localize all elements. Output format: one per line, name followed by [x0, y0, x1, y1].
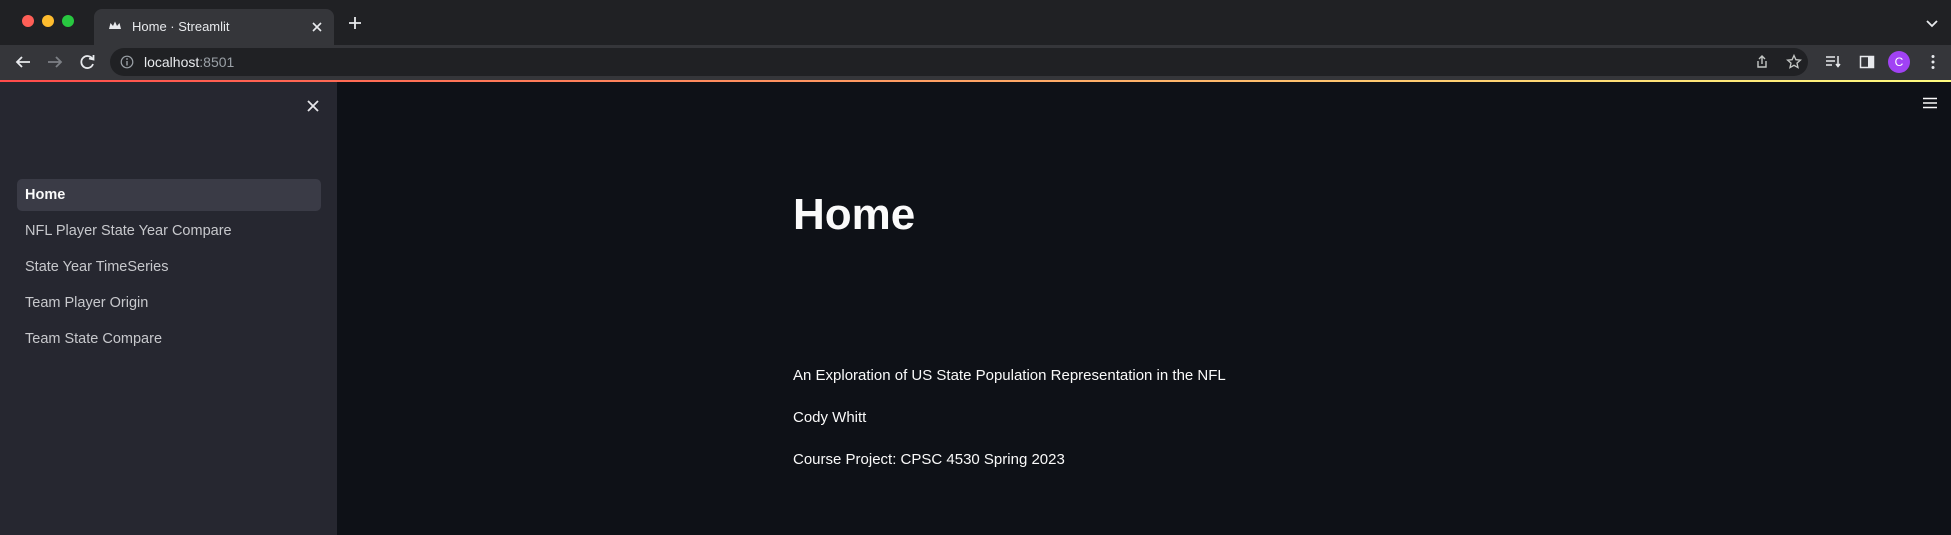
bookmark-star-icon[interactable] [1785, 53, 1803, 71]
maximize-window-button[interactable] [62, 15, 74, 27]
reload-icon[interactable] [76, 51, 98, 73]
sidebar-item-team-player-origin[interactable]: Team Player Origin [17, 287, 321, 319]
profile-avatar[interactable]: C [1888, 51, 1910, 73]
tab-title: Home · Streamlit [132, 19, 230, 34]
close-window-button[interactable] [22, 15, 34, 27]
reading-list-icon[interactable] [1824, 53, 1842, 71]
share-icon[interactable] [1753, 53, 1771, 71]
project-subtitle: An Exploration of US State Population Re… [793, 367, 1226, 384]
chevron-down-icon[interactable] [1925, 16, 1939, 30]
main-content: Home An Exploration of US State Populati… [337, 82, 1951, 535]
address-bar[interactable]: localhost:8501 [110, 48, 1808, 76]
sidebar-item-nfl-player-state-year-compare[interactable]: NFL Player State Year Compare [17, 215, 321, 247]
minimize-window-button[interactable] [42, 15, 54, 27]
course-info: Course Project: CPSC 4530 Spring 2023 [793, 451, 1065, 468]
author-name: Cody Whitt [793, 409, 867, 426]
url-text: localhost:8501 [144, 54, 234, 70]
hamburger-menu-icon[interactable] [1921, 94, 1939, 112]
close-tab-icon[interactable] [308, 18, 326, 36]
browser-titlebar: Home · Streamlit [0, 0, 1951, 45]
info-icon[interactable] [120, 55, 134, 69]
sidebar-nav: Home NFL Player State Year Compare State… [17, 179, 321, 359]
forward-arrow-icon[interactable] [44, 51, 66, 73]
url-port: :8501 [199, 54, 235, 70]
sidebar-item-home[interactable]: Home [17, 179, 321, 211]
browser-tab[interactable]: Home · Streamlit [94, 9, 334, 45]
close-icon[interactable] [303, 96, 323, 116]
sidebar-item-team-state-compare[interactable]: Team State Compare [17, 323, 321, 355]
back-arrow-icon[interactable] [12, 51, 34, 73]
page-title: Home [793, 190, 916, 239]
browser-menu-icon[interactable] [1924, 53, 1942, 71]
new-tab-icon[interactable] [346, 14, 364, 32]
side-panel-icon[interactable] [1858, 53, 1876, 71]
sidebar-item-state-year-timeseries[interactable]: State Year TimeSeries [17, 251, 321, 283]
url-host: localhost [144, 54, 200, 70]
streamlit-crown-icon [109, 21, 121, 29]
browser-toolbar: localhost:8501 C [0, 45, 1951, 80]
sidebar: Home NFL Player State Year Compare State… [0, 82, 337, 535]
page-body: Home An Exploration of US State Populati… [793, 190, 1493, 469]
